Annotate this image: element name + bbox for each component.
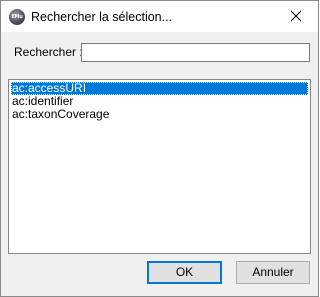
list-item[interactable]: ac:taxonCoverage (11, 108, 308, 121)
ok-button[interactable]: OK (147, 261, 222, 284)
app-logo-icon: EMu (9, 9, 25, 25)
search-input[interactable] (81, 43, 310, 62)
title-bar[interactable]: EMu Rechercher la sélection... (1, 1, 318, 32)
close-button[interactable] (274, 1, 318, 31)
results-listbox[interactable]: ac:accessURI ac:identifier ac:taxonCover… (8, 79, 311, 254)
close-icon (290, 10, 302, 22)
dialog-body: Rechercher : ac:accessURI ac:identifier … (1, 32, 318, 296)
search-label: Rechercher : (14, 45, 83, 59)
window-title: Rechercher la sélection... (31, 10, 173, 24)
dialog-window: EMu Rechercher la sélection... Recherche… (0, 0, 319, 297)
cancel-button[interactable]: Annuler (236, 261, 310, 284)
